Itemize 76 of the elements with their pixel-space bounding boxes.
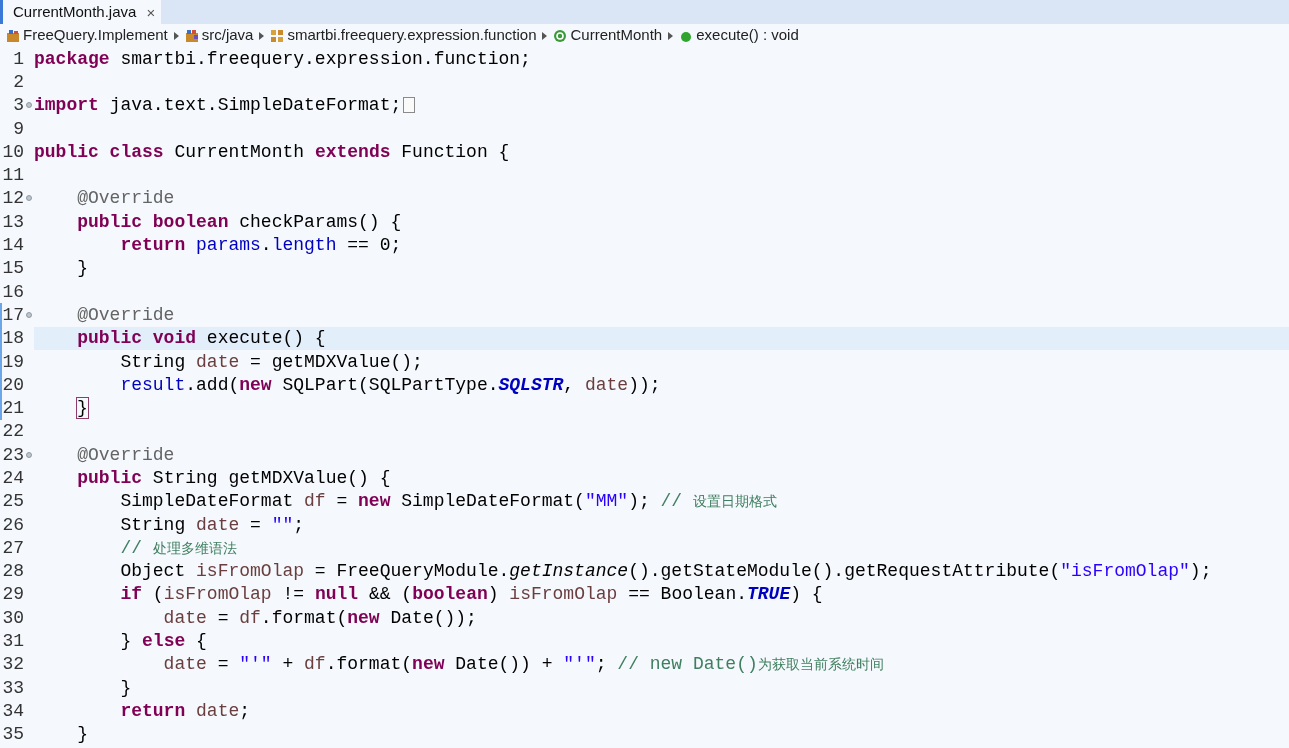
class-icon: [553, 28, 568, 43]
editor-tab[interactable]: CurrentMonth.java ×: [0, 0, 162, 24]
project-icon: [6, 28, 20, 43]
line-number: 22: [2, 422, 24, 441]
chevron-icon: [173, 31, 179, 40]
line-number: 26: [2, 515, 24, 534]
fold-icon[interactable]: [26, 195, 32, 202]
line-number: 15: [2, 259, 24, 278]
code-line: public String getMDXValue() {: [76, 469, 391, 487]
breadcrumb-item[interactable]: FreeQuery.Implement: [23, 24, 168, 47]
breadcrumb-item[interactable]: smartbi.freequery.expression.function: [287, 24, 537, 47]
line-number: 3: [12, 96, 24, 115]
code-line: SimpleDateFormat df = new SimpleDateFormat("MM"); // 设置日期格式: [119, 492, 777, 511]
tab-title: CurrentMonth.java: [13, 1, 137, 22]
folded-code-marker[interactable]: [403, 97, 416, 114]
line-number: 12: [2, 189, 24, 208]
chevron-icon: [259, 31, 265, 40]
code-line: Object isFromOlap = FreeQueryModule.getInstance().getStateModule().getRequestAttribute("isFromOlap");: [119, 562, 1212, 581]
line-number: 30: [2, 608, 24, 627]
line-number: 16: [2, 282, 24, 301]
package-icon: [270, 28, 285, 43]
code-line: date = "'" + df.format(new Date()) + "'"; // new Date()为获取当前系统时间: [162, 655, 884, 674]
code-line: date = df.format(new Date());: [162, 608, 477, 627]
code-line: if (isFromOlap != null && (boolean) isFromOlap == Boolean.TRUE) {: [119, 585, 823, 604]
code-line: public void execute() {: [76, 329, 326, 348]
line-number: 31: [2, 632, 24, 651]
line-number: 33: [2, 678, 24, 697]
fold-icon[interactable]: [26, 102, 32, 109]
breadcrumb-item[interactable]: src/java: [201, 24, 254, 47]
fold-icon[interactable]: [26, 451, 32, 458]
line-number: 19: [2, 352, 24, 371]
code-line: public boolean checkParams() {: [76, 212, 402, 231]
code-line: @Override: [76, 305, 175, 324]
source-folder-icon: [184, 28, 199, 43]
code-line: return params.length == 0;: [119, 236, 402, 254]
code-line: } else {: [119, 632, 207, 651]
code-line: public class CurrentMonth extends Function {: [34, 142, 510, 161]
line-number: 9: [12, 119, 24, 138]
code-line: }: [76, 259, 88, 278]
line-number: 34: [2, 701, 24, 720]
line-number: 27: [2, 538, 24, 557]
breadcrumb-item[interactable]: execute() : void: [696, 24, 799, 47]
line-number: 11: [2, 166, 24, 185]
line-number: 18: [2, 329, 24, 348]
line-number: 13: [2, 212, 24, 231]
line-number: 10: [2, 142, 24, 161]
code-line: @Override: [76, 189, 175, 208]
fold-icon[interactable]: [26, 311, 32, 318]
line-number: 32: [2, 655, 24, 674]
line-number: 17: [2, 305, 24, 324]
line-number: 2: [12, 72, 24, 91]
chevron-icon: [542, 31, 548, 40]
line-number: 35: [2, 725, 24, 744]
line-number: 23: [2, 445, 24, 464]
code-line: }: [76, 725, 88, 744]
breadcrumb-item[interactable]: CurrentMonth: [570, 24, 663, 47]
line-number: 28: [2, 562, 24, 581]
code-line: @Override: [76, 445, 175, 464]
line-number: 25: [2, 492, 24, 511]
code-line: package smartbi.freequery.expression.function;: [34, 49, 531, 68]
line-number: 14: [2, 236, 24, 254]
code-line: String date = "";: [119, 515, 305, 534]
chevron-icon: [668, 31, 674, 40]
code-line: // 处理多维语法: [119, 538, 237, 557]
code-line: }: [119, 678, 132, 697]
close-button[interactable]: ×: [146, 4, 156, 20]
code-line: return date;: [119, 701, 251, 720]
line-number: 21: [2, 399, 24, 418]
code-line: String date = getMDXValue();: [119, 352, 423, 371]
code-line: import java.text.SimpleDateFormat;: [34, 96, 402, 115]
line-number: 20: [2, 375, 24, 394]
line-number: 24: [2, 469, 24, 487]
code-line: result.add(new SQLPart(SQLPartType.SQLSTR, date));: [119, 375, 661, 394]
code-line: }: [76, 399, 88, 418]
line-number: 29: [2, 585, 24, 604]
line-number: 1: [12, 49, 24, 68]
